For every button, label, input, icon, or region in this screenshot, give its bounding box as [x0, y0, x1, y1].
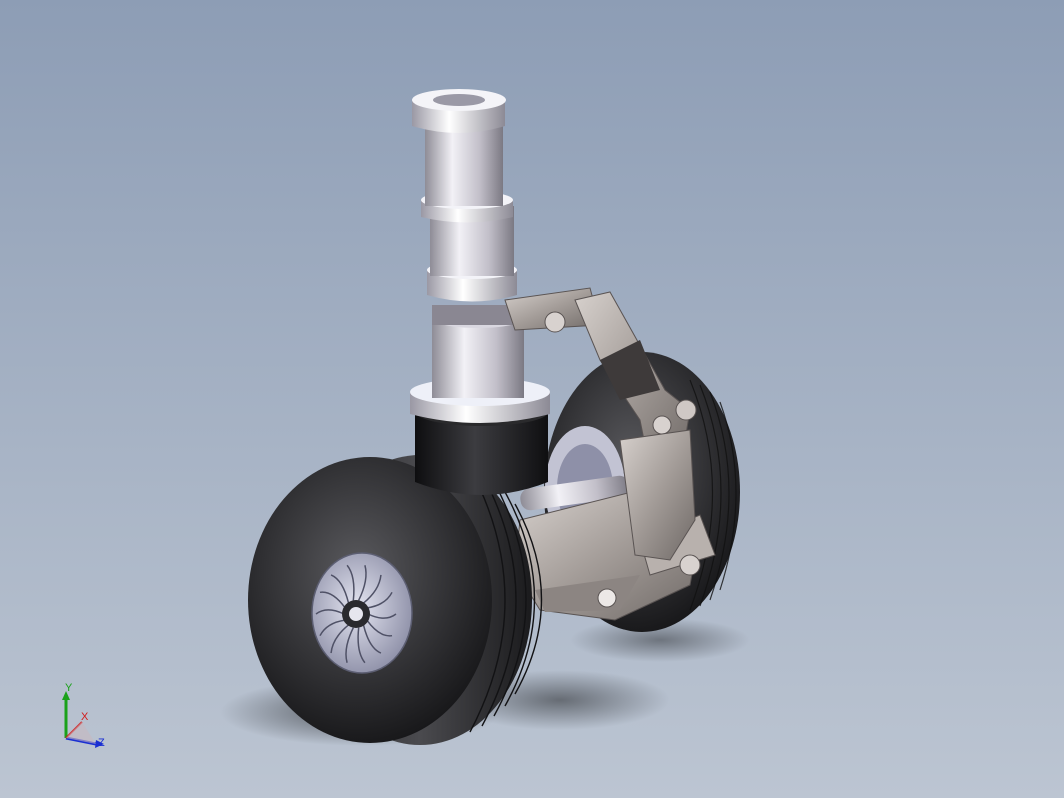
graphics-viewport[interactable]: Y X Z [0, 0, 1064, 798]
front-tire[interactable] [248, 455, 543, 745]
view-orientation-triad[interactable]: Y X Z [52, 682, 112, 754]
x-axis-label: X [81, 711, 89, 723]
landing-gear-model[interactable] [0, 0, 1064, 798]
y-axis-label: Y [65, 682, 73, 694]
shock-strut[interactable] [410, 89, 550, 495]
z-axis-label: Z [98, 737, 105, 749]
